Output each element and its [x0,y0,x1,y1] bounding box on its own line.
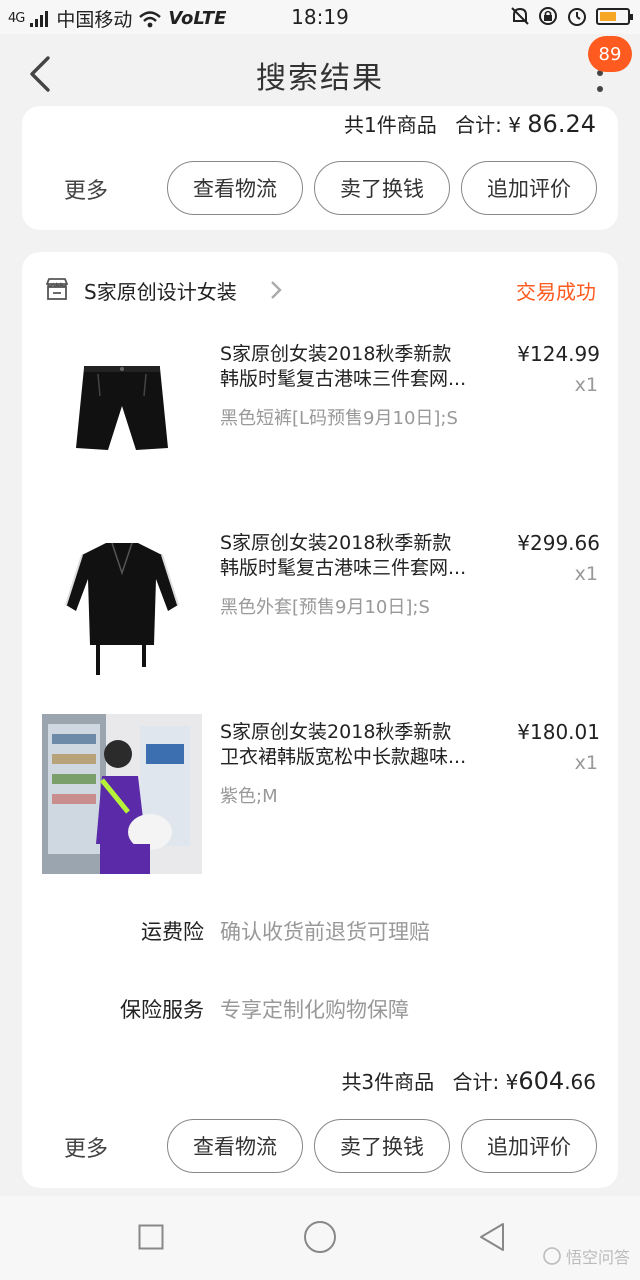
more-link[interactable]: 更多 [64,173,108,205]
currency-symbol: ¥ [508,113,521,137]
product-title-line-1: S家原创女装2018秋季新款 [220,532,452,554]
product-image-blazer[interactable] [42,525,202,685]
product-title-line-1: S家原创女装2018秋季新款 [220,721,452,743]
more-menu-icon[interactable] [596,69,604,93]
message-badge[interactable]: 89 [588,36,632,72]
product-price: ¥299.66 [517,531,600,555]
order-actions: 更多 查看物流 卖了换钱 追加评价 [22,161,618,217]
service-value: 确认收货前退货可理赔 [220,920,430,944]
shop-name[interactable]: S家原创设计女装 [84,276,237,305]
product-price: ¥124.99 [517,342,600,366]
speech-bubble-icon [543,1247,561,1265]
watermark-text: 悟空问答 [565,1248,630,1267]
product-sku: 紫色;M [220,786,278,807]
order-item[interactable]: S家原创女装2018秋季新款 韩版时髦复古港味三件套网... 黑色外套[预售9月… [22,525,618,695]
product-title-line-1: S家原创女装2018秋季新款 [220,343,452,365]
shop-header[interactable]: S家原创设计女装 交易成功 [22,274,618,308]
watermark: 悟空问答 [542,1244,630,1268]
top-nav-bar: 搜索结果 89 [0,34,640,116]
order-total-integer: 604 [518,1067,565,1095]
system-nav-bar: 悟空问答 [0,1196,640,1280]
view-logistics-button[interactable]: 查看物流 [167,161,303,215]
product-title: S家原创女装2018秋季新款 韩版时髦复古港味三件套网... [220,531,500,581]
order-item[interactable]: S家原创女装2018秋季新款 韩版时髦复古港味三件套网... 黑色短裤[L码预售… [22,336,618,506]
total-label: 合计: [452,1070,500,1094]
lock-rotation-icon [539,7,557,25]
service-row-shipping-insurance: 运费险 确认收货前退货可理赔 [22,916,618,950]
circle-icon[interactable] [303,1220,337,1254]
order-item[interactable]: S家原创女装2018秋季新款 卫衣裙韩版宽松中长款趣味... 紫色;M ¥180… [22,714,618,884]
product-sku: 黑色短裤[L码预售9月10日];S [220,408,458,429]
square-icon[interactable] [138,1224,164,1250]
page-title: 搜索结果 [256,61,384,96]
currency-symbol: ¥ [505,1070,519,1094]
add-review-button[interactable]: 追加评价 [461,1119,597,1173]
product-image-shorts[interactable] [42,336,202,496]
order-total-decimal: .66 [564,1070,596,1094]
resell-button[interactable]: 卖了换钱 [314,161,450,215]
resell-button[interactable]: 卖了换钱 [314,1119,450,1173]
order-summary: 共3件商品 合计: ¥604.66 [341,1066,596,1095]
product-price: ¥180.01 [517,720,600,744]
order-card-2: S家原创设计女装 交易成功 S家原创女装2018秋季新款 韩版时髦复古港味三件套… [22,252,618,1188]
order-card-1: 共1件商品 合计: ¥ 86.24 更多 查看物流 卖了换钱 追加评价 [22,106,618,230]
shop-icon [46,278,68,300]
triangle-back-icon[interactable] [478,1222,506,1252]
view-logistics-button[interactable]: 查看物流 [167,1119,303,1173]
status-bar: 4G 中国移动 VoLTE 18:19 [0,0,640,34]
more-link[interactable]: 更多 [64,1131,108,1163]
product-title-line-2: 韩版时髦复古港味三件套网... [220,368,467,390]
order-total: 86.24 [527,110,596,138]
back-arrow-icon[interactable] [26,54,56,94]
order-actions: 更多 查看物流 卖了换钱 追加评价 [22,1119,618,1175]
product-title: S家原创女装2018秋季新款 卫衣裙韩版宽松中长款趣味... [220,720,500,770]
add-review-button[interactable]: 追加评价 [461,161,597,215]
product-title-line-2: 卫衣裙韩版宽松中长款趣味... [220,746,467,768]
order-status: 交易成功 [516,280,596,304]
chevron-right-icon [271,281,282,299]
product-sku: 黑色外套[预售9月10日];S [220,597,430,618]
product-image-hoodie[interactable] [42,714,202,874]
service-label: 运费险 [141,920,204,944]
total-label: 合计: [455,113,502,137]
alarm-icon [568,8,586,26]
product-qty: x1 [574,752,598,774]
product-title: S家原创女装2018秋季新款 韩版时髦复古港味三件套网... [220,342,500,392]
mute-bell-icon [511,7,529,25]
status-right [510,5,633,27]
product-title-line-2: 韩版时髦复古港味三件套网... [220,557,467,579]
order-summary: 共1件商品 合计: ¥ 86.24 [344,109,596,138]
service-label: 保险服务 [120,998,204,1022]
battery-icon [596,7,633,25]
service-row-insurance: 保险服务 专享定制化购物保障 [22,994,618,1028]
item-count: 共3件商品 [341,1070,435,1094]
battery-level [600,11,617,21]
product-qty: x1 [574,563,598,585]
item-count: 共1件商品 [343,113,437,137]
service-value: 专享定制化购物保障 [220,998,409,1022]
product-qty: x1 [574,374,598,396]
